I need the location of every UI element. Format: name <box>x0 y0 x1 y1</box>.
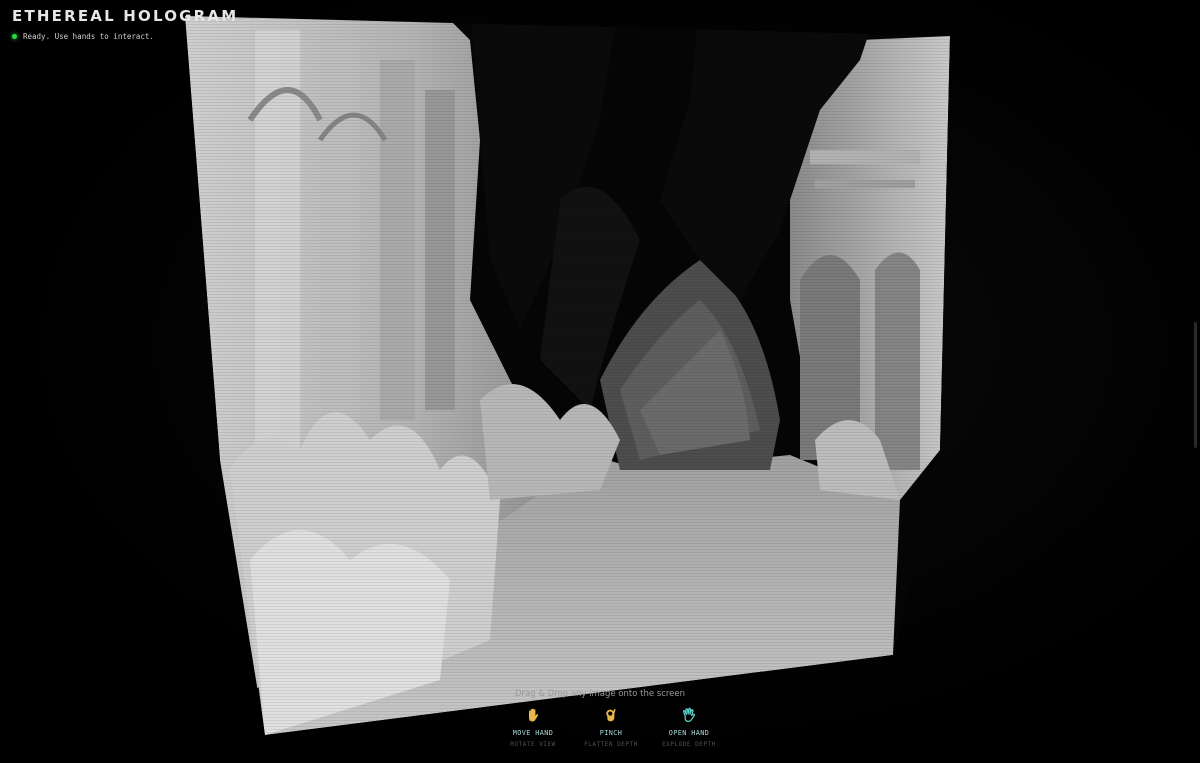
gesture-description: EXPLODE DEPTH <box>662 741 716 748</box>
app-title: ETHEREAL HOLOGRAM <box>12 7 239 25</box>
gesture-legend: MOVE HAND ROTATE VIEW PINCH FLATTEN DEPT… <box>504 707 718 748</box>
spread-hand-icon <box>682 707 696 722</box>
hologram-viewport[interactable]: ETHEREAL HOLOGRAM Ready. Use hands to in… <box>0 0 1200 763</box>
pinch-hand-icon <box>606 709 616 722</box>
drop-hint: Drag & Drop any image onto the screen <box>514 689 686 699</box>
gesture-description: ROTATE VIEW <box>510 741 556 748</box>
gesture-move-hand: MOVE HAND ROTATE VIEW <box>504 707 562 748</box>
status-indicator: Ready. Use hands to interact. <box>12 32 154 41</box>
gesture-description: FLATTEN DEPTH <box>584 741 638 748</box>
gesture-open-hand: OPEN HAND EXPLODE DEPTH <box>660 707 718 748</box>
hologram-depth-mesh <box>185 16 950 735</box>
gesture-pinch: PINCH FLATTEN DEPTH <box>582 707 640 748</box>
gesture-name: OPEN HAND <box>668 729 710 737</box>
gesture-name: PINCH <box>599 729 623 737</box>
open-palm-hand-icon <box>529 708 539 722</box>
hologram-depth-scene[interactable] <box>0 0 1200 763</box>
status-dot-icon <box>12 34 17 39</box>
status-text: Ready. Use hands to interact. <box>23 32 154 41</box>
scrollbar-thumb[interactable] <box>1194 322 1197 448</box>
gesture-name: MOVE HAND <box>512 729 554 737</box>
